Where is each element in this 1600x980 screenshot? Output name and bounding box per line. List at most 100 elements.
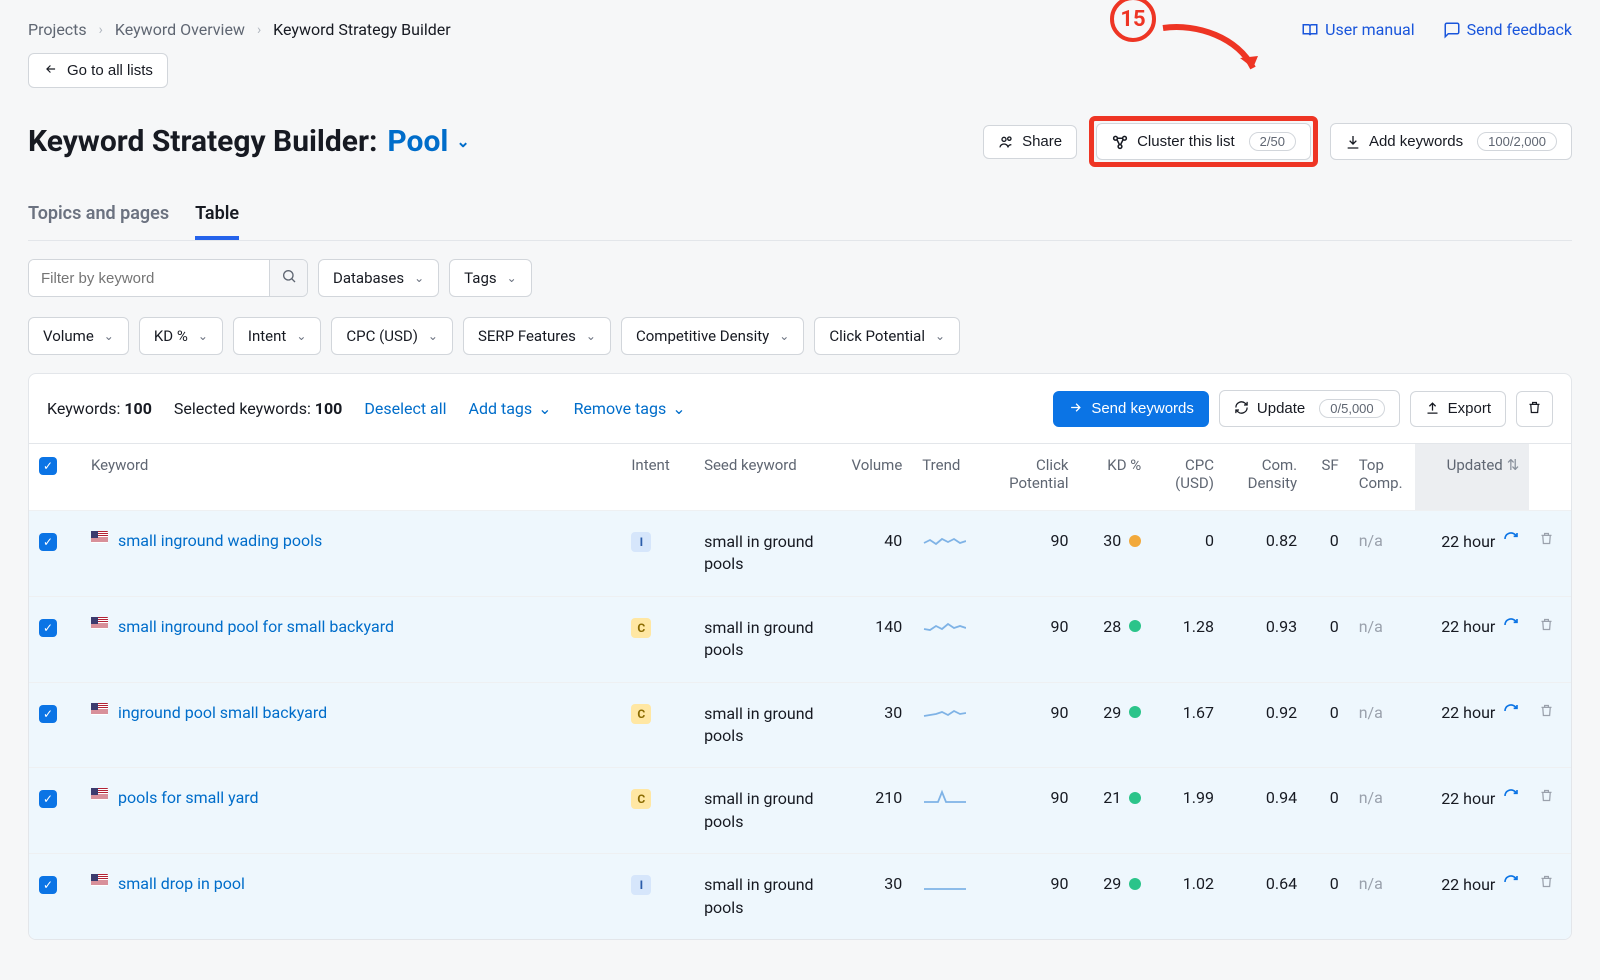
col-sf[interactable]: SF [1307, 444, 1349, 511]
col-top[interactable]: Top Comp. [1349, 444, 1415, 511]
col-trend[interactable]: Trend [912, 444, 985, 511]
intent-filter[interactable]: Intent⌄ [233, 317, 321, 355]
delete-row-button[interactable] [1539, 788, 1554, 807]
delete-row-button[interactable] [1539, 703, 1554, 722]
list-name-dropdown[interactable]: Pool ⌄ [387, 124, 469, 159]
chevron-down-icon: ⌄ [779, 329, 789, 343]
col-keyword[interactable]: Keyword [81, 444, 621, 511]
col-intent[interactable]: Intent [621, 444, 694, 511]
col-com[interactable]: Com. Density [1224, 444, 1307, 511]
tags-filter[interactable]: Tags⌄ [449, 259, 532, 297]
volume-label: Volume [43, 327, 94, 345]
delete-row-button[interactable] [1539, 531, 1554, 550]
tags-label: Tags [464, 269, 496, 287]
refresh-row-button[interactable] [1503, 617, 1519, 637]
intent-badge: C [631, 704, 651, 724]
updated-value: 22 hour [1441, 532, 1495, 551]
volume-filter[interactable]: Volume⌄ [28, 317, 129, 355]
delete-row-button[interactable] [1539, 617, 1554, 636]
kd-value: 28 [1103, 617, 1141, 636]
col-click[interactable]: Click Potential [985, 444, 1079, 511]
add-tags-link[interactable]: Add tags ⌄ [469, 399, 552, 418]
top-comp-value: n/a [1349, 511, 1415, 597]
click-potential-value: 90 [985, 854, 1079, 939]
update-button[interactable]: Update 0/5,000 [1219, 390, 1400, 427]
deselect-all-link[interactable]: Deselect all [364, 399, 446, 418]
col-volume[interactable]: Volume [829, 444, 912, 511]
kd-value: 29 [1103, 874, 1141, 893]
delete-selection-button[interactable] [1516, 391, 1553, 427]
cluster-icon [1111, 133, 1129, 151]
col-cpc[interactable]: CPC (USD) [1151, 444, 1224, 511]
table-row: ✓ pools for small yard C small in ground… [29, 768, 1571, 854]
send-feedback-link[interactable]: Send feedback [1443, 20, 1572, 39]
tab-topics-and-pages[interactable]: Topics and pages [28, 195, 169, 240]
remove-tags-link[interactable]: Remove tags ⌄ [574, 399, 686, 418]
breadcrumb: Projects › Keyword Overview › Keyword St… [28, 20, 451, 39]
keyword-link[interactable]: small drop in pool [118, 874, 245, 893]
click-potential-value: 90 [985, 682, 1079, 768]
cpc-value: 1.02 [1151, 854, 1224, 939]
kd-filter[interactable]: KD %⌄ [139, 317, 223, 355]
us-flag-icon [91, 788, 108, 800]
refresh-row-button[interactable] [1503, 531, 1519, 551]
serp-label: SERP Features [478, 327, 576, 345]
go-to-all-lists-button[interactable]: Go to all lists [28, 53, 168, 88]
chevron-down-icon: ⌄ [296, 329, 306, 343]
crumb-keyword-overview[interactable]: Keyword Overview [115, 20, 245, 39]
cpc-value: 1.28 [1151, 596, 1224, 682]
row-checkbox[interactable]: ✓ [39, 619, 57, 637]
keyword-link[interactable]: small inground wading pools [118, 531, 322, 550]
chevron-down-icon: ⌄ [672, 399, 685, 418]
delete-row-button[interactable] [1539, 874, 1554, 893]
click-potential-value: 90 [985, 511, 1079, 597]
col-updated[interactable]: Updated⇅ [1415, 444, 1529, 511]
sf-value: 0 [1307, 511, 1349, 597]
databases-filter[interactable]: Databases⌄ [318, 259, 439, 297]
col-kd[interactable]: KD % [1079, 444, 1152, 511]
refresh-row-button[interactable] [1503, 703, 1519, 723]
cluster-this-list-button[interactable]: Cluster this list 2/50 [1096, 123, 1311, 160]
click-potential-filter[interactable]: Click Potential⌄ [814, 317, 960, 355]
tab-table[interactable]: Table [195, 195, 239, 240]
chat-icon [1443, 21, 1461, 39]
refresh-row-button[interactable] [1503, 874, 1519, 894]
keyword-link[interactable]: small inground pool for small backyard [118, 617, 394, 636]
click-potential-value: 90 [985, 768, 1079, 854]
send-keywords-button[interactable]: Send keywords [1053, 391, 1209, 427]
table-row: ✓ small drop in pool I small in ground p… [29, 854, 1571, 939]
export-icon [1425, 400, 1440, 418]
page-title: Keyword Strategy Builder: Pool ⌄ [28, 124, 470, 159]
row-checkbox[interactable]: ✓ [39, 876, 57, 894]
volume-value: 210 [829, 768, 912, 854]
send-feedback-label: Send feedback [1467, 20, 1572, 39]
select-all-checkbox[interactable]: ✓ [39, 457, 57, 475]
add-keywords-label: Add keywords [1369, 134, 1463, 149]
refresh-row-button[interactable] [1503, 788, 1519, 808]
density-filter[interactable]: Competitive Density⌄ [621, 317, 804, 355]
serp-filter[interactable]: SERP Features⌄ [463, 317, 611, 355]
filter-input[interactable] [29, 260, 269, 296]
search-button[interactable] [269, 260, 307, 296]
share-button[interactable]: Share [983, 125, 1077, 159]
export-button[interactable]: Export [1410, 391, 1506, 427]
row-checkbox[interactable]: ✓ [39, 533, 57, 551]
col-seed[interactable]: Seed keyword [694, 444, 829, 511]
filter-by-keyword[interactable] [28, 259, 308, 297]
sf-value: 0 [1307, 768, 1349, 854]
row-checkbox[interactable]: ✓ [39, 705, 57, 723]
intent-badge: I [631, 532, 651, 552]
chevron-right-icon: › [99, 22, 103, 38]
user-manual-link[interactable]: User manual [1301, 20, 1415, 39]
keyword-link[interactable]: inground pool small backyard [118, 703, 327, 722]
keyword-link[interactable]: pools for small yard [118, 788, 259, 807]
row-checkbox[interactable]: ✓ [39, 790, 57, 808]
top-comp-value: n/a [1349, 682, 1415, 768]
go-to-all-lists-label: Go to all lists [67, 63, 153, 78]
refresh-icon [1234, 400, 1249, 418]
add-keywords-button[interactable]: Add keywords 100/2,000 [1330, 123, 1572, 160]
cpc-filter[interactable]: CPC (USD)⌄ [331, 317, 453, 355]
crumb-projects[interactable]: Projects [28, 20, 87, 39]
kd-label: KD % [154, 327, 188, 345]
trend-sparkline [922, 703, 966, 721]
